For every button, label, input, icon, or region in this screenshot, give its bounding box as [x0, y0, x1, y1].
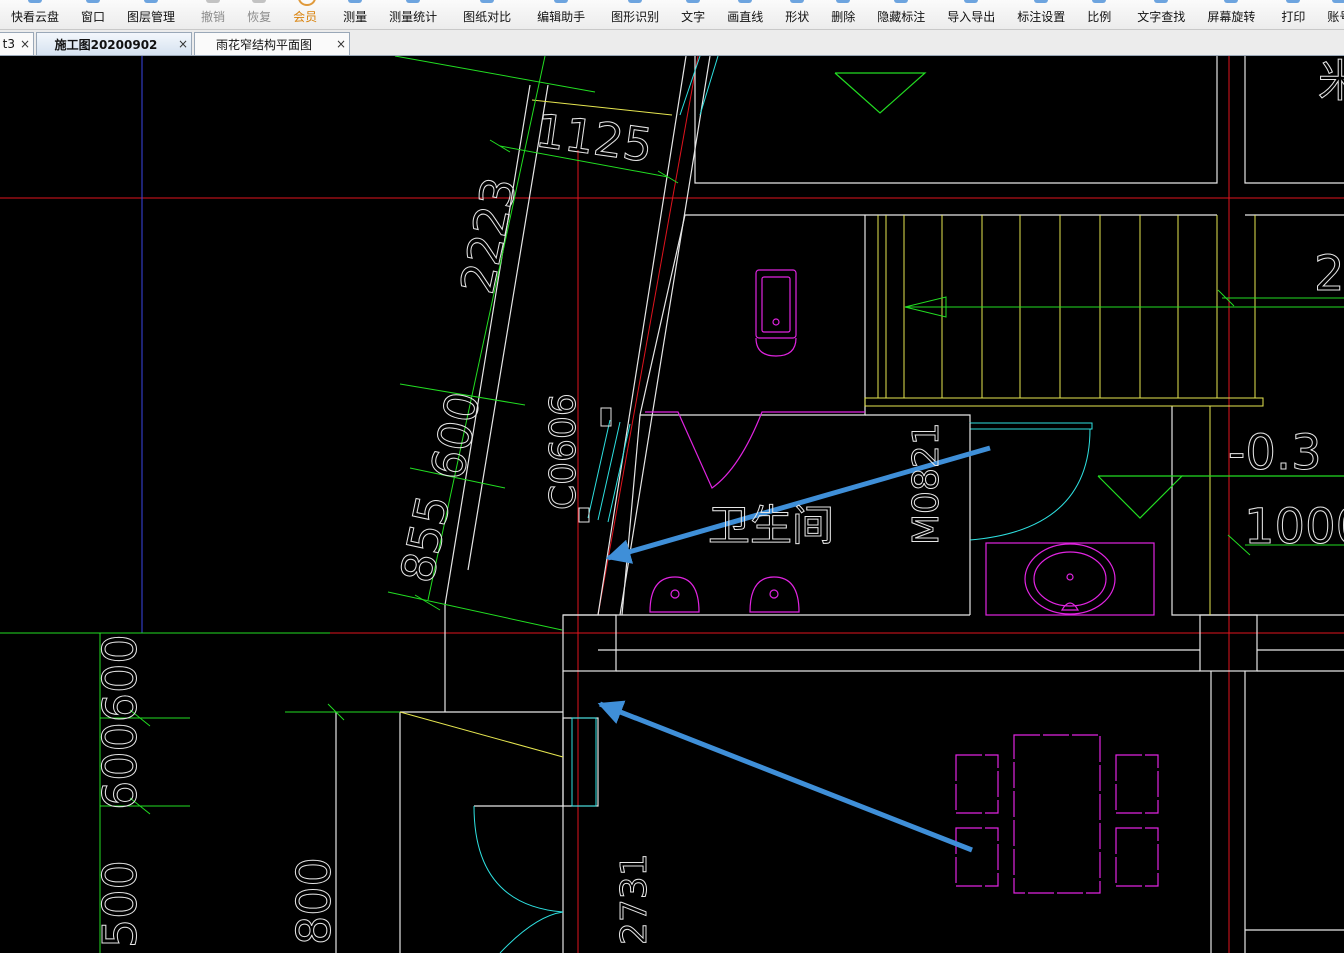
toolbar-button-3[interactable]: 撤销	[190, 0, 236, 29]
toolbar-icon	[28, 0, 42, 3]
toolbar-button-label: 账号	[1327, 10, 1344, 24]
stair-direction	[904, 296, 1344, 318]
tab-label: t3	[2, 37, 15, 51]
dim-600: 600	[420, 387, 491, 484]
toolbar-button-12[interactable]: 画直线	[716, 0, 774, 29]
toolbar-button-9[interactable]: 编辑助手	[526, 0, 596, 29]
toolbar-icon	[86, 0, 101, 3]
toolbar-button-19[interactable]: 文字查找	[1126, 0, 1196, 29]
dim-2: 2	[1314, 246, 1344, 302]
toolbar-icon	[1034, 0, 1049, 3]
toolbar-button-13[interactable]: 形状	[774, 0, 820, 29]
toolbar-button-label: 打印	[1281, 10, 1306, 24]
toolbar-button-1[interactable]: 窗口	[70, 0, 116, 29]
document-tab-bar: t3 × 施工图20200902 × 雨花窄结构平面图 ×	[0, 30, 1344, 56]
toolbar-button-label: 形状	[785, 10, 810, 24]
toolbar-icon	[628, 0, 643, 3]
close-icon[interactable]: ×	[333, 37, 349, 51]
toolbar-icon	[480, 0, 495, 3]
toolbar-button-6[interactable]: 测量	[332, 0, 378, 29]
toolbar-button-label: 导入导出	[947, 10, 996, 24]
toolbar-button-label: 测量	[343, 10, 368, 24]
toolbar-button-label: 撤销	[201, 10, 226, 24]
toolbar-button-label: 删除	[831, 10, 856, 24]
cad-drawing[interactable]: 1125 2223 600 855 600600 500 800 2 1000 …	[0, 56, 1344, 953]
toolbar-icon	[144, 0, 159, 3]
dim-1125: 1125	[533, 103, 656, 173]
tab-shigongtu[interactable]: 施工图20200902 ×	[36, 32, 192, 55]
toolbar-button-11[interactable]: 文字	[670, 0, 716, 29]
dim-600600: 600600	[93, 634, 147, 810]
window-label: C0606	[543, 393, 584, 510]
toolbar-button-22[interactable]: 账号	[1316, 0, 1344, 29]
toolbar-icon	[836, 0, 851, 3]
drawing-canvas[interactable]: 1125 2223 600 855 600600 500 800 2 1000 …	[0, 56, 1344, 953]
toolbar-button-5[interactable]: 会员	[282, 0, 328, 29]
toolbar-icon	[1286, 0, 1301, 3]
toolbar-icon	[1224, 0, 1239, 3]
dim-500: 500	[93, 860, 147, 948]
toolbar-button-label: 会员	[293, 10, 318, 24]
toolbar-button-20[interactable]: 屏幕旋转	[1196, 0, 1266, 29]
main-toolbar: 快看云盘 窗口 图层管理 撤销 恢复 会员 测量 测量统计 图纸对比 编辑助手 图形识别 文字 画直线 形…	[0, 0, 1344, 30]
toolbar-icon	[298, 0, 317, 6]
toolbar-button-label: 画直线	[727, 10, 764, 24]
close-icon[interactable]: ×	[175, 37, 191, 51]
toolbar-button-label: 标注设置	[1017, 10, 1066, 24]
toolbar-icon	[252, 0, 267, 3]
toolbar-button-label: 屏幕旋转	[1207, 10, 1256, 24]
toolbar-button-4[interactable]: 恢复	[236, 0, 282, 29]
toolbar-icon	[554, 0, 569, 3]
toolbar-icon	[894, 0, 909, 3]
tab-label: 雨花窄结构平面图	[215, 37, 312, 52]
toolbar-button-label: 文字查找	[1137, 10, 1186, 24]
bottom-dim: 2731	[614, 853, 655, 945]
toolbar-button-0[interactable]: 快看云盘	[0, 0, 70, 29]
toolbar-icon	[348, 0, 363, 3]
toolbar-button-label: 文字	[681, 10, 706, 24]
close-icon[interactable]: ×	[17, 37, 33, 51]
toolbar-icon	[738, 0, 753, 3]
toolbar-button-14[interactable]: 删除	[820, 0, 866, 29]
bathroom-fixtures	[645, 269, 1155, 616]
toolbar-button-7[interactable]: 测量统计	[378, 0, 448, 29]
elevation-label: -0.3	[1228, 425, 1322, 481]
toolbar-icon	[686, 0, 701, 3]
toolbar-button-2[interactable]: 图层管理	[116, 0, 186, 29]
toolbar-button-21[interactable]: 打印	[1270, 0, 1316, 29]
toolbar-icon	[406, 0, 421, 3]
toolbar-icon	[1092, 0, 1107, 3]
toolbar-button-17[interactable]: 标注设置	[1006, 0, 1076, 29]
tab-yuhua-plan[interactable]: 雨花窄结构平面图 ×	[194, 32, 350, 55]
toolbar-button-label: 窗口	[81, 10, 106, 24]
dining-table	[955, 734, 1159, 894]
toolbar-button-label: 编辑助手	[537, 10, 586, 24]
toolbar-button-8[interactable]: 图纸对比	[452, 0, 522, 29]
toolbar-button-label: 图层管理	[127, 10, 176, 24]
axis-lines	[0, 56, 1344, 953]
toolbar-button-label: 图纸对比	[463, 10, 512, 24]
toolbar-icon	[1154, 0, 1169, 3]
toolbar-button-label: 恢复	[247, 10, 272, 24]
toolbar-icon	[1332, 0, 1344, 3]
dim-800: 800	[287, 857, 341, 945]
toolbar-button-label: 快看云盘	[11, 10, 60, 24]
toolbar-button-10[interactable]: 图形识别	[600, 0, 670, 29]
door-label: M0821	[906, 422, 947, 545]
toolbar-button-label: 隐藏标注	[877, 10, 926, 24]
toolbar-button-label: 测量统计	[389, 10, 438, 24]
room-label: 卫生间	[708, 501, 834, 550]
toolbar-icon	[964, 0, 979, 3]
toolbar-button-18[interactable]: 比例	[1076, 0, 1122, 29]
dim-1000: 1000	[1244, 499, 1344, 555]
toolbar-icon	[790, 0, 805, 3]
tab-t3[interactable]: t3 ×	[0, 32, 34, 55]
toolbar-icon	[206, 0, 221, 3]
tab-label: 施工图20200902	[54, 37, 158, 52]
toolbar-button-15[interactable]: 隐藏标注	[866, 0, 936, 29]
toolbar-button-label: 图形识别	[611, 10, 660, 24]
topright-label: 米	[1318, 56, 1344, 107]
toolbar-button-label: 比例	[1087, 10, 1112, 24]
toolbar-button-16[interactable]: 导入导出	[936, 0, 1006, 29]
